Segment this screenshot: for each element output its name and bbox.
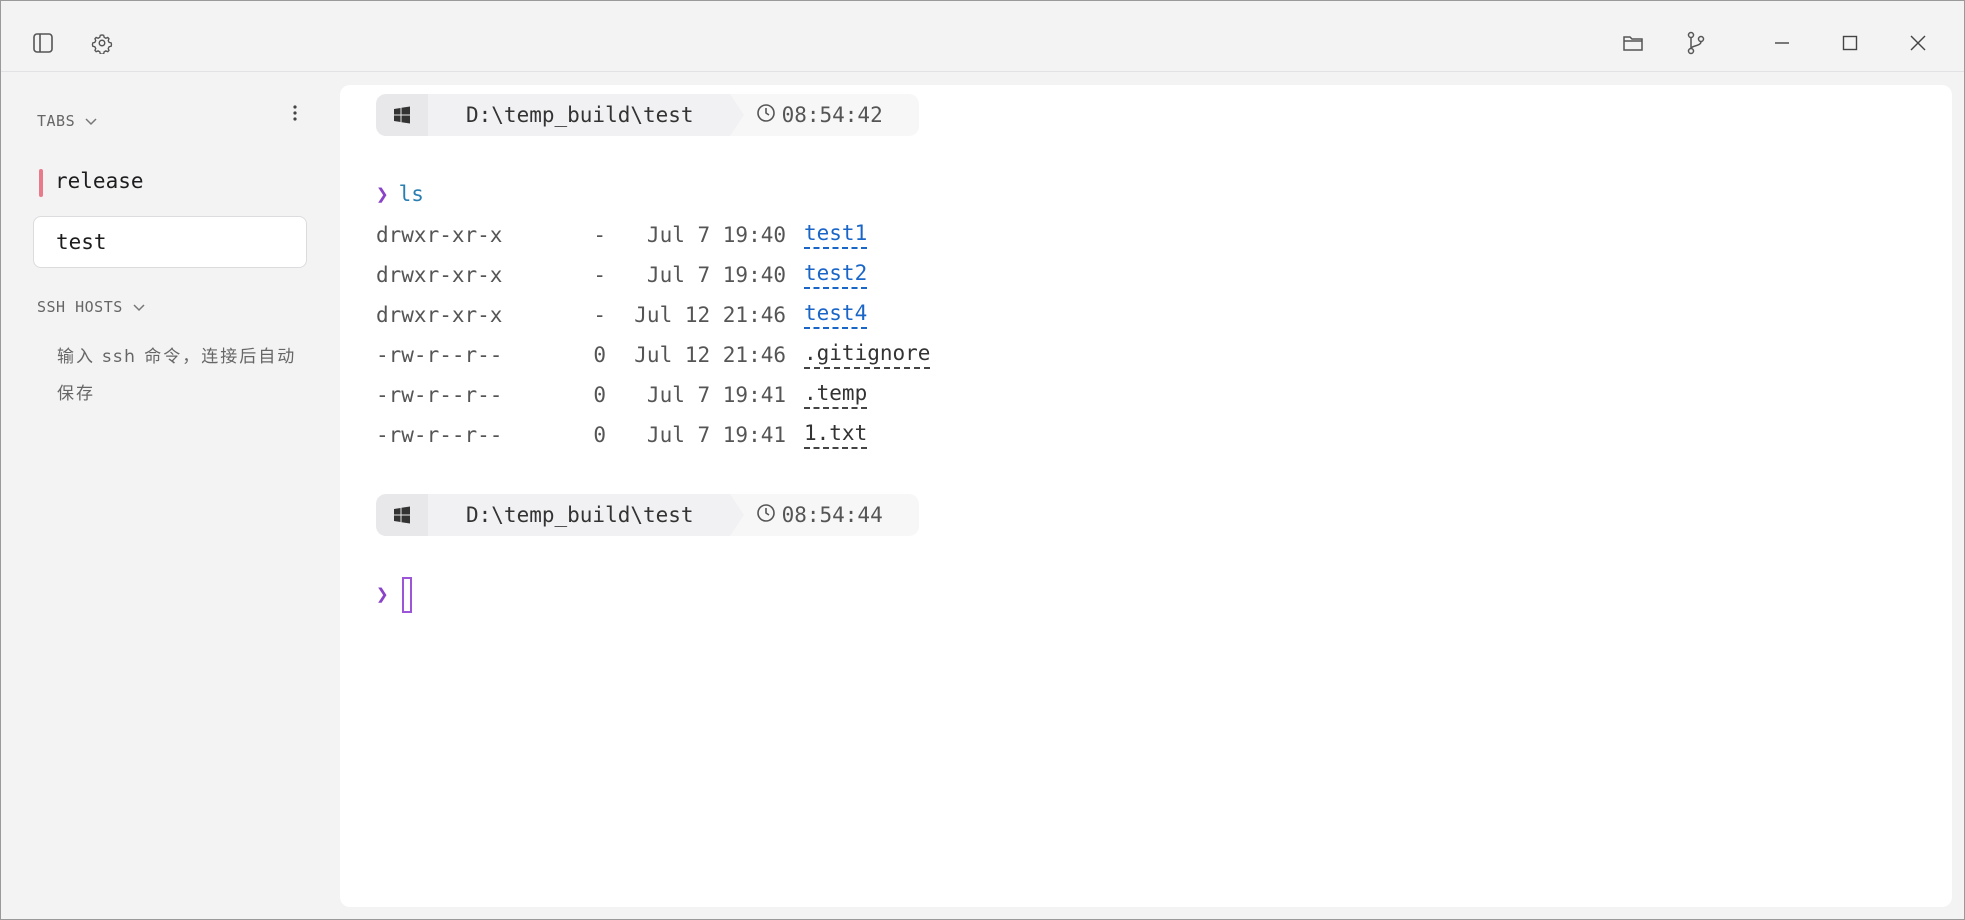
file-date: Jul 12 21:46 xyxy=(634,303,786,327)
file-size: 0 xyxy=(593,383,606,407)
input-line[interactable]: ❯ xyxy=(376,579,389,609)
clock-icon xyxy=(756,103,776,128)
file-date: Jul 7 19:40 xyxy=(646,223,786,247)
file-date: Jul 7 19:40 xyxy=(646,263,786,287)
file-date: Jul 7 19:41 xyxy=(646,383,786,407)
windows-icon xyxy=(376,494,442,536)
terminal-panel[interactable]: D:\temp_build\test 08:54:42 ❯ ls drwxr-xr… xyxy=(340,85,1952,907)
command-text: ls xyxy=(398,182,424,206)
file-size: 0 xyxy=(593,423,606,447)
file-permissions: -rw-r--r-- xyxy=(376,423,503,447)
file-permissions: -rw-r--r-- xyxy=(376,343,503,367)
directory-link[interactable]: test4 xyxy=(804,299,868,329)
file-size: 0 xyxy=(593,343,606,367)
current-path: D:\temp_build\test xyxy=(428,494,744,536)
close-icon[interactable] xyxy=(1902,27,1934,59)
file-size: - xyxy=(593,223,606,247)
tab-release[interactable]: release xyxy=(33,155,307,207)
prompt-chevron: ❯ xyxy=(376,182,389,206)
gear-icon[interactable] xyxy=(86,27,118,59)
ssh-hosts-section-header[interactable]: SSH HOSTS xyxy=(37,298,145,316)
git-branch-icon[interactable] xyxy=(1680,27,1712,59)
prompt-time: 08:54:42 xyxy=(729,94,919,136)
time-text: 08:54:42 xyxy=(781,103,883,127)
file-size: - xyxy=(593,263,606,287)
text-cursor[interactable] xyxy=(402,577,412,613)
tab-label: test xyxy=(56,230,107,254)
file-size: - xyxy=(593,303,606,327)
prompt-time: 08:54:44 xyxy=(729,494,919,536)
file-permissions: drwxr-xr-x xyxy=(376,223,503,247)
prompt-status-bar: D:\temp_build\test 08:54:42 xyxy=(376,94,920,136)
title-bar xyxy=(1,1,1964,72)
file-date: Jul 7 19:41 xyxy=(646,423,786,447)
maximize-icon[interactable] xyxy=(1834,27,1866,59)
more-options-icon[interactable] xyxy=(287,102,303,124)
command-line: ❯ ls xyxy=(376,179,424,209)
minimize-icon[interactable] xyxy=(1766,27,1798,59)
sidebar-toggle-icon[interactable] xyxy=(27,27,59,59)
prompt-chevron: ❯ xyxy=(376,582,389,606)
tab-label: release xyxy=(55,169,144,193)
app-window: TABS release test SSH HOSTS 输入 ssh 命令，连接… xyxy=(0,0,1965,920)
tabs-section-header[interactable]: TABS xyxy=(37,112,97,130)
file-name[interactable]: .temp xyxy=(804,379,868,409)
directory-link[interactable]: test1 xyxy=(804,219,868,249)
file-name[interactable]: 1.txt xyxy=(804,419,868,449)
file-name[interactable]: .gitignore xyxy=(804,339,931,369)
clock-icon xyxy=(756,503,776,528)
tab-test[interactable]: test xyxy=(33,216,307,268)
file-permissions: -rw-r--r-- xyxy=(376,383,503,407)
prompt-status-bar: D:\temp_build\test 08:54:44 xyxy=(376,494,920,536)
tab-status-marker xyxy=(39,169,43,197)
file-permissions: drwxr-xr-x xyxy=(376,263,503,287)
chevron-down-icon xyxy=(85,112,97,130)
directory-link[interactable]: test2 xyxy=(804,259,868,289)
windows-icon xyxy=(376,94,442,136)
ssh-hint-text: 输入 ssh 命令，连接后自动保存 xyxy=(57,347,297,404)
current-path: D:\temp_build\test xyxy=(428,94,744,136)
tabs-header-label: TABS xyxy=(37,112,76,130)
folder-icon[interactable] xyxy=(1617,27,1649,59)
time-text: 08:54:44 xyxy=(781,503,883,527)
file-date: Jul 12 21:46 xyxy=(634,343,786,367)
ssh-header-label: SSH HOSTS xyxy=(37,298,123,316)
chevron-down-icon xyxy=(133,298,145,316)
file-permissions: drwxr-xr-x xyxy=(376,303,503,327)
